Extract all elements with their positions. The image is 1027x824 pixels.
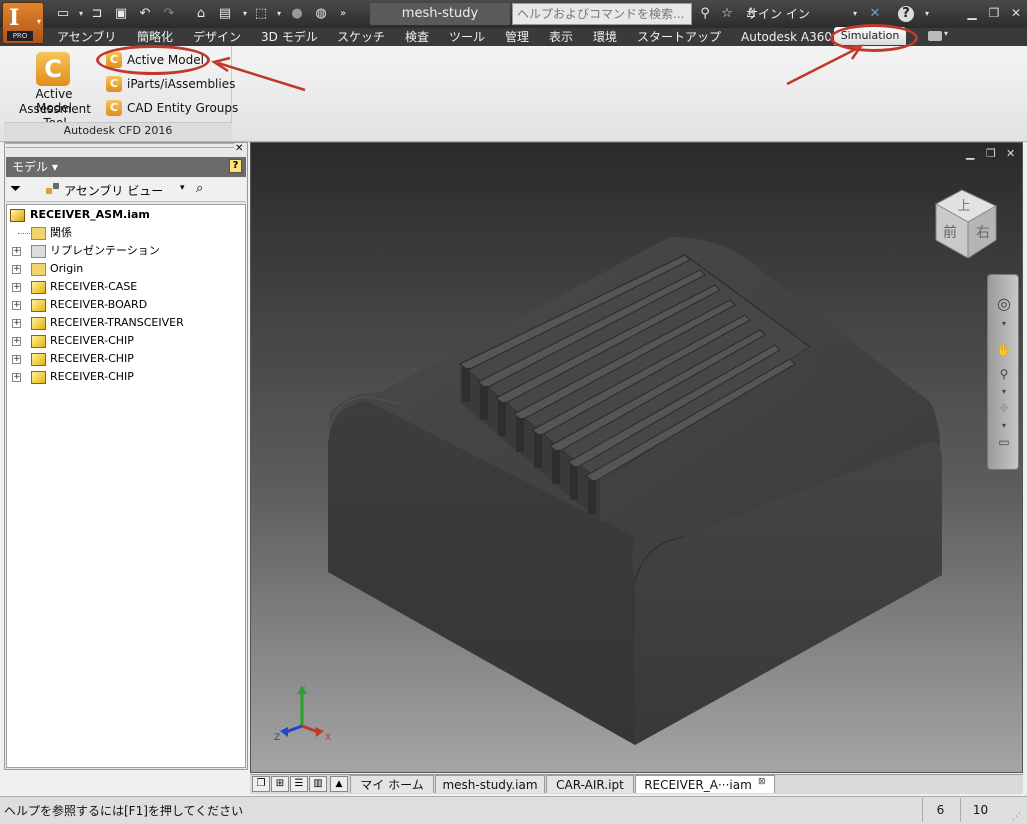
expand-icon[interactable]: + <box>12 283 21 292</box>
tree-item-label: リプレゼンテーション <box>50 244 160 257</box>
doc-tab-my-home[interactable]: マイ ホーム <box>350 775 434 793</box>
part-icon <box>31 371 46 384</box>
resize-grip-icon[interactable]: ⋰ <box>1012 812 1021 822</box>
tree-item-label: 関係 <box>50 226 72 239</box>
annotation-arrows <box>210 44 864 92</box>
chevron-down-icon[interactable]: ▾ <box>995 417 1013 430</box>
expand-icon[interactable]: + <box>12 373 21 382</box>
doc-tab-mesh-study[interactable]: mesh-study.iam <box>435 775 545 793</box>
orbit-icon[interactable]: ✥ <box>995 399 1013 417</box>
expand-icon[interactable]: + <box>12 301 21 310</box>
expand-icon[interactable]: + <box>12 337 21 346</box>
tab-list-icon[interactable]: ▲ <box>330 776 348 792</box>
tree-item-label: RECEIVER-BOARD <box>50 298 148 311</box>
application-menu-button[interactable]: I PRO ▾ <box>2 2 44 44</box>
representation-icon <box>31 245 46 258</box>
tree-item-label: RECEIVER_ASM.iam <box>30 208 150 221</box>
tile-icon[interactable]: ⊞ <box>271 776 289 792</box>
browser-title: モデル <box>12 160 49 174</box>
model-tree: RECEIVER_ASM.iam 関係 + リプレゼンテーション + Origi… <box>6 204 246 768</box>
binoculars-icon[interactable]: ⌕ <box>196 181 203 196</box>
viewcube-top-label: 上 <box>957 199 970 214</box>
pan-hand-icon[interactable]: ✋ <box>995 341 1013 359</box>
expand-icon[interactable]: + <box>12 355 21 364</box>
axis-y-label: Y <box>299 685 306 695</box>
browser-header[interactable]: モデル ▾ <box>6 157 246 177</box>
tree-item-label: RECEIVER-CASE <box>50 280 138 293</box>
cascade-icon[interactable]: ❐ <box>252 776 270 792</box>
edition-badge: PRO <box>7 31 33 41</box>
part-icon <box>31 299 46 312</box>
tile-horizontal-icon[interactable]: ☰ <box>290 776 308 792</box>
assembly-view-icon <box>46 183 60 195</box>
navigation-bar: ◎ ▾ ✋ ⚲ ▾ ✥ ▾ ▭ <box>987 274 1019 470</box>
steering-wheel-icon[interactable]: ◎ <box>995 295 1013 313</box>
tree-item-label: RECEIVER-TRANSCEIVER <box>50 316 184 329</box>
assembly-icon <box>10 209 25 222</box>
zoom-icon[interactable]: ⚲ <box>995 365 1013 383</box>
browser-grip[interactable] <box>6 143 234 148</box>
tile-vertical-icon[interactable]: ▥ <box>309 776 327 792</box>
expand-icon[interactable]: + <box>12 265 21 274</box>
chevron-down-icon: ▾ <box>36 17 41 26</box>
look-at-icon[interactable]: ▭ <box>995 433 1013 451</box>
close-icon[interactable]: ⊠ <box>758 777 766 787</box>
chevron-down-icon[interactable]: ▾ <box>995 315 1013 328</box>
tree-item-label: RECEIVER-CHIP <box>50 370 134 383</box>
help-icon[interactable]: ? <box>229 159 242 173</box>
close-icon[interactable]: ✕ <box>235 143 243 154</box>
folder-icon <box>31 263 46 276</box>
browser-view-dropdown[interactable]: アセンブリ ビュー <box>64 182 163 199</box>
tree-item[interactable]: + RECEIVER-BOARD <box>10 296 147 314</box>
part-icon <box>31 317 46 330</box>
tree-item[interactable]: RECEIVER_ASM.iam <box>10 206 150 224</box>
chevron-down-icon[interactable]: ▾ <box>995 383 1013 396</box>
part-icon <box>31 353 46 366</box>
viewcube[interactable]: 上 前 右 <box>932 188 998 258</box>
folder-icon <box>31 227 46 240</box>
axis-triad: Y X Z <box>274 685 331 743</box>
tree-item[interactable]: + RECEIVER-CHIP <box>10 368 134 386</box>
tree-item-label: RECEIVER-CHIP <box>50 334 134 347</box>
3d-model[interactable] <box>250 142 1023 773</box>
viewcube-right-label: 右 <box>976 225 990 241</box>
part-icon <box>31 335 46 348</box>
chevron-down-icon[interactable]: ▾ <box>180 183 185 193</box>
axis-z-label: Z <box>274 733 280 743</box>
status-count-2: 10 <box>960 798 1000 822</box>
tree-item[interactable]: + RECEIVER-CASE <box>10 278 137 296</box>
expand-icon[interactable]: + <box>12 247 21 256</box>
tree-item[interactable]: + RECEIVER-CHIP <box>10 350 134 368</box>
tree-item[interactable]: + RECEIVER-CHIP <box>10 332 134 350</box>
viewcube-front-label: 前 <box>943 224 957 241</box>
tree-item[interactable]: + RECEIVER-TRANSCEIVER <box>10 314 184 332</box>
part-icon <box>31 281 46 294</box>
expand-icon[interactable]: + <box>12 319 21 328</box>
tree-item[interactable]: + Origin <box>10 260 83 278</box>
tree-item[interactable]: + リプレゼンテーション <box>10 242 160 260</box>
chevron-down-icon: ▾ <box>51 160 58 174</box>
status-count-1: 6 <box>922 798 958 822</box>
doc-tab-car-air[interactable]: CAR-AIR.ipt <box>546 775 634 793</box>
status-help-text: ヘルプを参照するには[F1]を押してください <box>4 804 244 818</box>
tree-item-label: Origin <box>50 262 84 275</box>
axis-x-label: X <box>325 733 331 743</box>
tree-item-label: RECEIVER-CHIP <box>50 352 134 365</box>
inventor-logo: I <box>9 5 20 31</box>
filter-icon[interactable]: ⏷ <box>10 181 21 197</box>
doc-tab-receiver-asm[interactable]: RECEIVER_A···iam <box>635 775 775 793</box>
tree-item[interactable]: 関係 <box>10 224 72 242</box>
